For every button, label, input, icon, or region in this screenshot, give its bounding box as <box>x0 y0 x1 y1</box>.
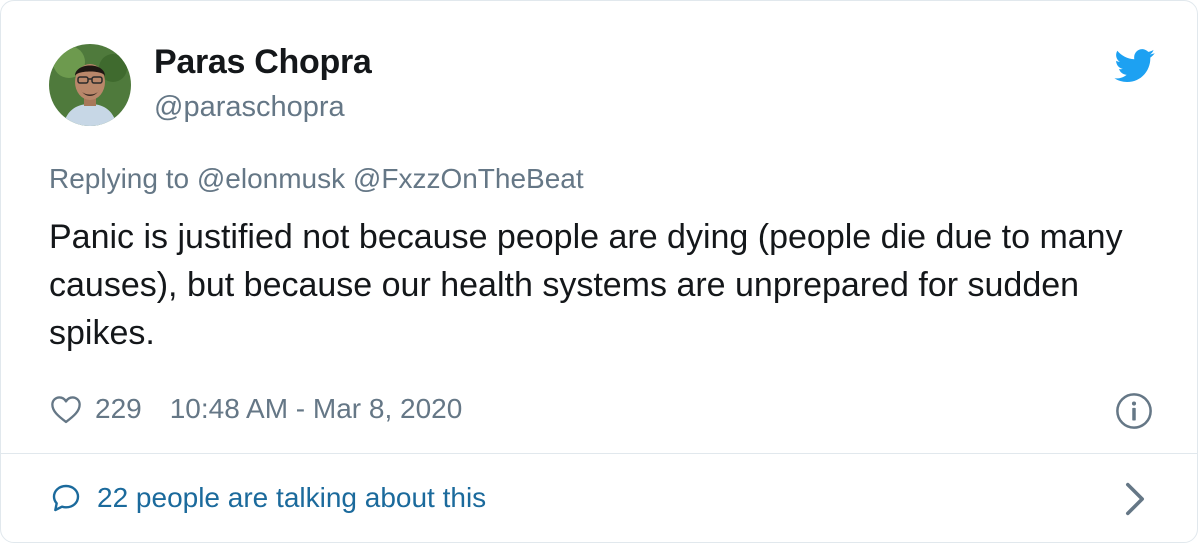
reply-mention-elonmusk[interactable]: @elonmusk <box>197 163 345 194</box>
conversation-label: 22 people are talking about this <box>97 482 487 513</box>
replying-to-prefix: Replying to <box>49 163 190 194</box>
like-count: 229 <box>95 393 142 424</box>
conversation-link[interactable]: 22 people are talking about this <box>49 477 486 519</box>
author-display-name[interactable]: Paras Chopra <box>154 43 372 82</box>
author-handle[interactable]: @paraschopra <box>154 91 345 124</box>
like-button[interactable]: 229 <box>49 393 170 425</box>
speech-bubble-icon <box>52 484 80 512</box>
tweet-text: Panic is justified not because people ar… <box>49 218 1123 352</box>
twitter-bird-icon[interactable] <box>1114 49 1156 83</box>
chevron-right-icon[interactable] <box>1123 481 1147 517</box>
replying-to: Replying to @elonmusk @FxzzOnTheBeat <box>49 163 584 195</box>
heart-icon <box>51 396 81 424</box>
info-icon[interactable] <box>1115 392 1153 430</box>
reply-mention-fxzzonthebeat[interactable]: @FxzzOnTheBeat <box>353 163 584 194</box>
avatar-photo <box>49 44 131 126</box>
tweet-meta: 229 10:48 AM - Mar 8, 2020 <box>49 389 462 429</box>
tweet-card: Paras Chopra @paraschopra Replying to @e… <box>0 0 1198 543</box>
tweet-timestamp[interactable]: 10:48 AM - Mar 8, 2020 <box>170 393 463 425</box>
divider <box>1 453 1197 454</box>
author-avatar[interactable] <box>49 44 131 126</box>
